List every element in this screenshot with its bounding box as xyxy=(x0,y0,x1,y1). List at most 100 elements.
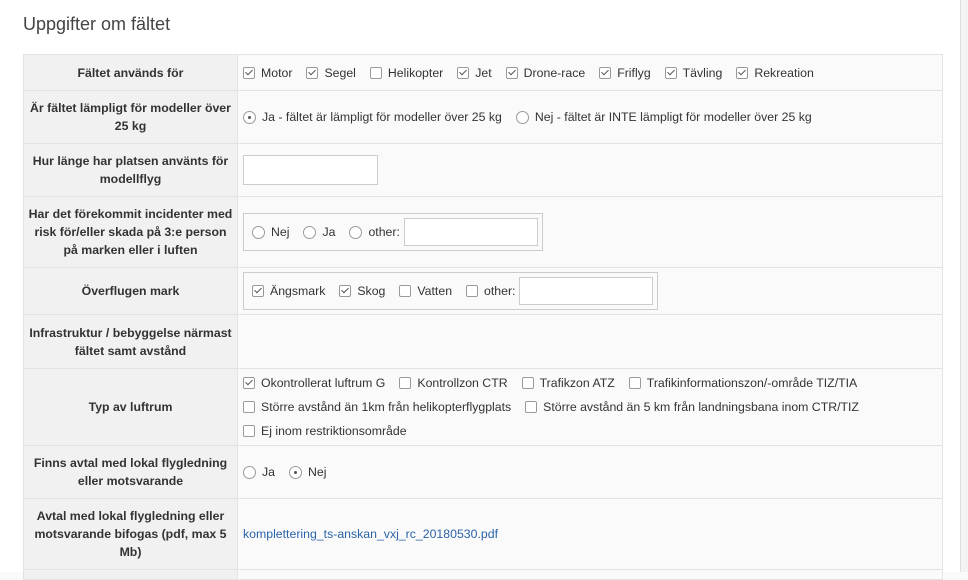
overflown-label: Överflugen mark xyxy=(23,267,238,315)
usage-option-label: Segel xyxy=(324,65,356,80)
heavy-yes-label: Ja - fältet är lämpligt för modeller öve… xyxy=(262,110,502,124)
overflown-other-input[interactable] xyxy=(519,277,654,305)
atc-yes-radio[interactable] xyxy=(243,465,256,479)
row-usage: Fältet används för Motor Segel Helikopter J… xyxy=(23,54,943,91)
airspace-option-trafikzon-atz[interactable]: Trafikzon ATZ xyxy=(521,376,615,390)
usage-option-label: Friflyg xyxy=(617,65,651,80)
incidents-other-input[interactable] xyxy=(403,218,538,246)
row-atc-agreement: Finns avtal med lokal flygledning eller … xyxy=(23,445,943,499)
usage-option-label: Rekreation xyxy=(754,65,814,80)
infra-label: Infrastruktur / bebyggelse närmast fälte… xyxy=(23,314,238,369)
airspace-checkbox-trafikinformationszon-omrade-tiz-tia[interactable] xyxy=(628,377,641,389)
incidents-label: Har det förekommit incidenter med risk f… xyxy=(23,196,238,268)
usage-option-label: Helikopter xyxy=(387,65,444,80)
overflown-checkbox-skog[interactable] xyxy=(339,285,352,297)
row-agreement-file: Avtal med lokal flygledning eller motsva… xyxy=(23,498,943,570)
heavy-no-label: Nej - fältet är INTE lämpligt för modell… xyxy=(534,110,812,124)
incidents-no-radio[interactable] xyxy=(252,225,265,239)
airspace-option-storre-avstand-an-1km-fran-helikopterflygplats[interactable]: Större avstånd än 1km från helikopterfly… xyxy=(243,400,511,414)
section-title: Uppgifter om fältet xyxy=(23,14,171,34)
usage-option-label: Jet xyxy=(475,65,492,80)
airspace-option-label: Okontrollerat luftrum G xyxy=(261,376,386,390)
duration-input[interactable] xyxy=(243,155,378,185)
incidents-other-option[interactable]: other: xyxy=(349,225,400,239)
heavy-yes-radio[interactable] xyxy=(243,110,256,124)
overflown-option-angsmark[interactable]: Ängsmark xyxy=(252,284,325,298)
overflown-option-label: Vatten xyxy=(417,284,453,298)
overflown-group: Ängsmark Skog Vatten other: xyxy=(243,272,659,310)
usage-option-label: Drone-race xyxy=(523,65,586,80)
airspace-checkbox-okontrollerat-luftrum-g[interactable] xyxy=(243,377,255,389)
overflown-other-checkbox[interactable] xyxy=(466,285,479,297)
usage-checkbox-tavling[interactable] xyxy=(664,66,677,79)
atc-no-option[interactable]: Nej xyxy=(289,465,326,479)
overflown-checkbox-vatten[interactable] xyxy=(399,285,412,297)
usage-option-motor[interactable]: Motor xyxy=(243,66,292,80)
airspace-label: Typ av luftrum xyxy=(23,368,238,446)
usage-option-drone-race[interactable]: Drone-race xyxy=(505,65,586,80)
atc-yes-label: Ja xyxy=(262,465,275,479)
airspace-checkbox-trafikzon-atz[interactable] xyxy=(521,377,534,389)
usage-option-tavling[interactable]: Tävling xyxy=(664,65,723,80)
usage-options: Motor Segel Helikopter Jet Drone-race Friflyg… xyxy=(237,54,943,91)
airspace-checkbox-ej-inom-restriktionsomrade[interactable] xyxy=(243,425,255,437)
usage-option-label: Tävling xyxy=(682,65,723,80)
incidents-yes-option[interactable]: Ja xyxy=(303,225,335,239)
atc-no-radio[interactable] xyxy=(289,465,302,479)
heavy-label: Är fältet lämpligt för modeller över 25 … xyxy=(23,90,238,144)
usage-checkbox-jet[interactable] xyxy=(457,66,470,79)
row-next xyxy=(23,569,943,580)
atc-no-label: Nej xyxy=(308,465,327,479)
heavy-no-option[interactable]: Nej - fältet är INTE lämpligt för modell… xyxy=(515,110,812,124)
airspace-option-okontrollerat-luftrum-g[interactable]: Okontrollerat luftrum G xyxy=(243,376,385,390)
overflown-option-skog[interactable]: Skog xyxy=(339,284,385,298)
duration-label: Hur länge har platsen använts för modell… xyxy=(23,143,238,197)
overflown-other-option[interactable]: other: xyxy=(466,284,515,298)
airspace-checkbox-kontrollzon-ctr[interactable] xyxy=(399,377,412,389)
incidents-no-option[interactable]: Nej xyxy=(252,225,289,239)
incidents-other-radio[interactable] xyxy=(349,225,363,239)
airspace-option-label: Kontrollzon CTR xyxy=(417,376,508,390)
airspace-option-storre-avstand-an-5-km-fran-landningsbana-inom-ctr-tiz[interactable]: Större avstånd än 5 km från landningsban… xyxy=(525,400,859,414)
airspace-checkbox-storre-avstand-an-1km-fran-helikopterflygplats[interactable] xyxy=(243,401,255,413)
airspace-checkbox-storre-avstand-an-5-km-fran-landningsbana-inom-ctr-tiz[interactable] xyxy=(525,401,538,413)
airspace-option-label: Ej inom restriktionsområde xyxy=(261,424,407,438)
row-duration: Hur länge har platsen använts för modell… xyxy=(23,143,943,197)
usage-checkbox-helikopter[interactable] xyxy=(369,66,382,79)
usage-checkbox-friflyg[interactable] xyxy=(599,66,612,79)
incidents-other-label: other: xyxy=(368,225,400,239)
agreement-file-link[interactable]: komplettering_ts-anskan_vxj_rc_20180530.… xyxy=(243,527,498,541)
usage-checkbox-motor[interactable] xyxy=(243,66,255,79)
heavy-yes-option[interactable]: Ja - fältet är lämpligt för modeller öve… xyxy=(243,110,502,124)
airspace-option-trafikinformationszon-omrade-tiz-tia[interactable]: Trafikinformationszon/-område TIZ/TIA xyxy=(628,376,858,390)
overflown-option-label: Ängsmark xyxy=(270,284,326,298)
usage-option-helikopter[interactable]: Helikopter xyxy=(369,65,444,80)
usage-option-rekreation[interactable]: Rekreation xyxy=(736,65,814,80)
usage-option-segel[interactable]: Segel xyxy=(306,65,356,80)
usage-option-label: Motor xyxy=(261,65,293,80)
heavy-no-radio[interactable] xyxy=(515,110,529,124)
row-infrastructure: Infrastruktur / bebyggelse närmast fälte… xyxy=(23,314,943,369)
agreement-file-label: Avtal med lokal flygledning eller motsva… xyxy=(23,498,238,570)
overflown-option-vatten[interactable]: Vatten xyxy=(399,284,452,298)
usage-option-jet[interactable]: Jet xyxy=(457,65,492,80)
incidents-yes-radio[interactable] xyxy=(303,225,317,239)
usage-checkbox-segel[interactable] xyxy=(306,66,319,79)
overflown-checkbox-angsmark[interactable] xyxy=(252,285,264,297)
row-airspace: Typ av luftrum Okontrollerat luftrum G Ko… xyxy=(23,368,943,446)
atc-yes-option[interactable]: Ja xyxy=(243,465,275,479)
usage-checkbox-drone-race[interactable] xyxy=(505,66,518,79)
airspace-option-ej-inom-restriktionsomrade[interactable]: Ej inom restriktionsområde xyxy=(243,424,407,438)
overflown-other-label: other: xyxy=(484,284,516,298)
usage-checkbox-rekreation[interactable] xyxy=(736,66,749,79)
row-overflown: Överflugen mark Ängsmark Skog Vatten other… xyxy=(23,267,943,315)
infra-value xyxy=(237,314,943,369)
usage-option-friflyg[interactable]: Friflyg xyxy=(599,65,651,80)
atc-agreement-label: Finns avtal med lokal flygledning eller … xyxy=(23,445,238,499)
airspace-option-label: Större avstånd än 1km från helikopterfly… xyxy=(261,400,512,414)
airspace-option-kontrollzon-ctr[interactable]: Kontrollzon CTR xyxy=(399,376,508,390)
airspace-option-label: Trafikzon ATZ xyxy=(539,376,615,390)
airspace-option-label: Trafikinformationszon/-område TIZ/TIA xyxy=(646,376,858,390)
field-info-table: Fältet används för Motor Segel Helikopter J… xyxy=(23,54,943,580)
incidents-yes-label: Ja xyxy=(322,225,336,239)
